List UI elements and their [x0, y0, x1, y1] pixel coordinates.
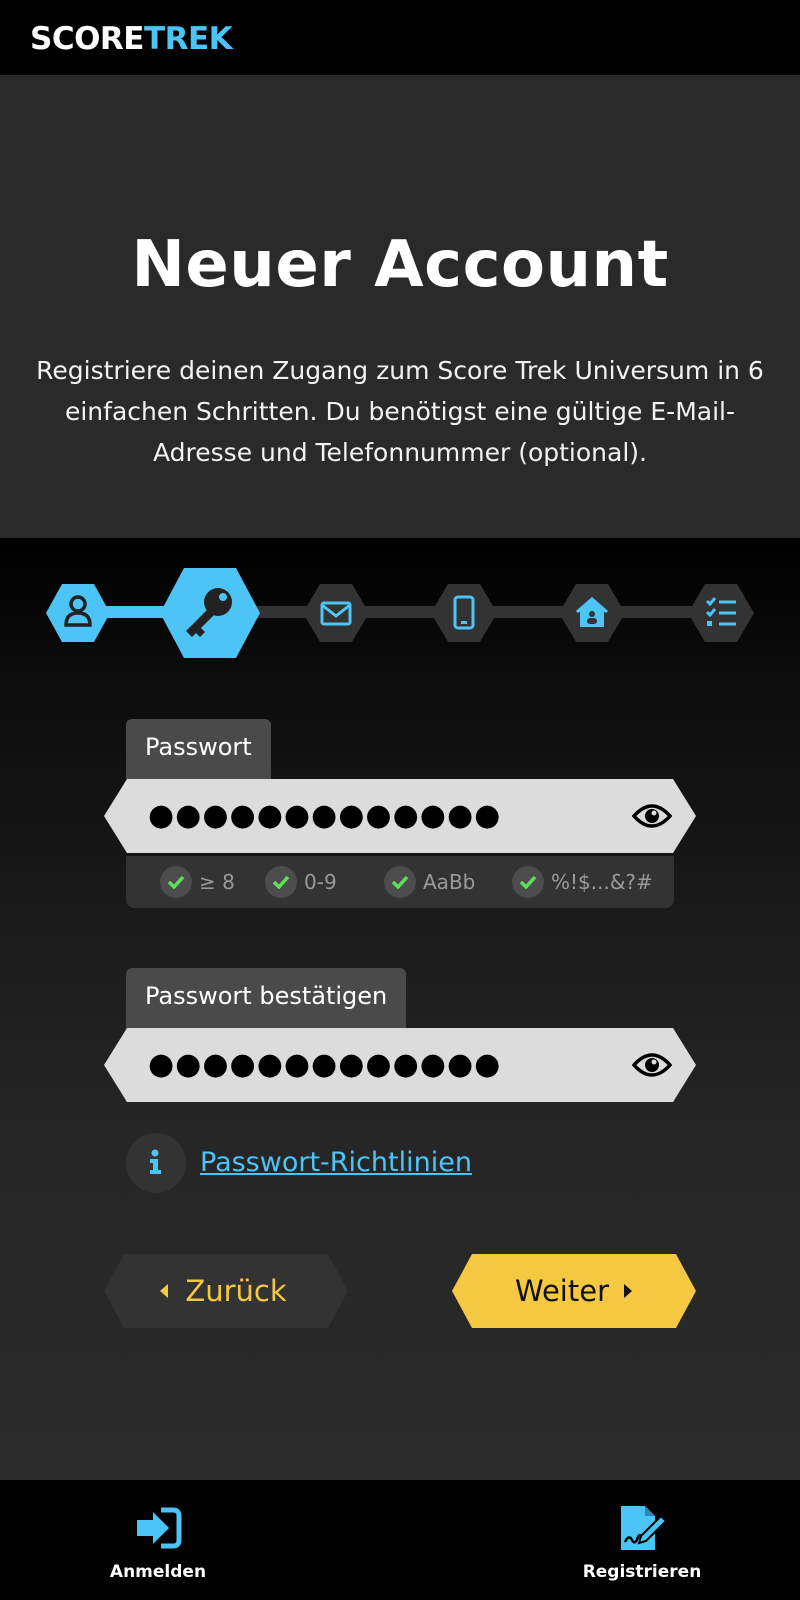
step-3-email[interactable] [303, 584, 369, 642]
password-requirements: ≥ 8 0-9 AaBb %!$...&?# [126, 856, 674, 908]
brand-name-part1: SCORE [30, 21, 144, 57]
password-policy-link[interactable]: Passwort-Richtlinien [200, 1145, 472, 1181]
password-masked-value: ●●●●●●●●●●●●● [148, 798, 502, 833]
nav-login[interactable]: Anmelden [58, 1480, 258, 1600]
step-4-phone[interactable] [431, 584, 497, 642]
check-icon [265, 866, 297, 898]
nav-register[interactable]: Registrieren [542, 1480, 742, 1600]
sign-in-icon [137, 1507, 182, 1549]
password-confirm-masked-value: ●●●●●●●●●●●●● [148, 1047, 502, 1082]
requirement-case: AaBb [384, 866, 475, 898]
bottom-navigation: Anmelden Registrieren [0, 1480, 800, 1600]
brand-logo[interactable]: SCORETREK [30, 20, 233, 58]
show-password-confirm-eye-icon[interactable] [632, 1047, 672, 1083]
password-confirm-input[interactable]: ●●●●●●●●●●●●● [104, 1028, 696, 1102]
step-1-user[interactable] [46, 584, 110, 642]
password-confirm-label: Passwort bestätigen [126, 968, 407, 1028]
brand-name-part2: TREK [143, 21, 233, 57]
signature-document-icon [621, 1506, 667, 1550]
check-icon [160, 866, 192, 898]
top-bar: SCORETREK [0, 0, 800, 75]
caret-right-icon [624, 1284, 632, 1298]
next-button-label: Weiter [514, 1274, 609, 1308]
requirement-min-length: ≥ 8 [160, 866, 235, 898]
back-button[interactable]: Zurück [104, 1254, 348, 1328]
step-6-summary[interactable] [688, 584, 754, 642]
step-progress [0, 538, 800, 688]
step-2-key[interactable] [160, 568, 260, 658]
step-5-address[interactable] [559, 584, 625, 642]
check-icon [384, 866, 416, 898]
page-title: Neuer Account [131, 228, 669, 302]
page-description: Registriere deinen Zugang zum Score Trek… [36, 356, 764, 467]
nav-login-label: Anmelden [109, 1562, 207, 1582]
info-circle [126, 1133, 186, 1193]
next-button[interactable]: Weiter [452, 1254, 696, 1328]
hero-section: Neuer Account Registriere deinen Zugang … [0, 75, 800, 538]
show-password-eye-icon[interactable] [632, 798, 672, 834]
password-label: Passwort [126, 719, 271, 779]
check-icon [512, 866, 544, 898]
password-input[interactable]: ●●●●●●●●●●●●● [104, 779, 696, 853]
back-button-label: Zurück [185, 1274, 287, 1308]
info-icon [150, 1149, 161, 1174]
nav-register-label: Registrieren [582, 1562, 702, 1582]
caret-left-icon [160, 1284, 169, 1298]
requirement-special-chars: %!$...&?# [512, 866, 653, 898]
requirement-digits: 0-9 [265, 866, 337, 898]
